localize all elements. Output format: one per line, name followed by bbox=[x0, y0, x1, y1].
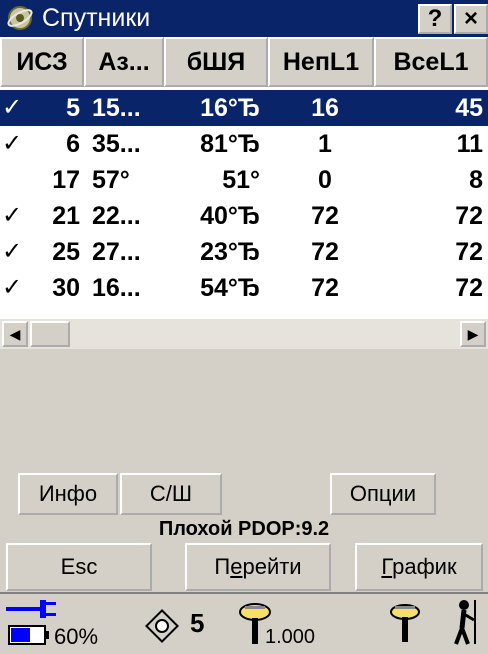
cell-elevation: 23°Ђ bbox=[200, 238, 260, 266]
cell-all-l1: 72 bbox=[455, 238, 483, 266]
satellite-count: 5 bbox=[190, 608, 205, 638]
cell-azimuth: 57° bbox=[92, 166, 130, 194]
title-bar: Спутники ? × bbox=[0, 0, 488, 37]
scroll-right-icon: ▶ bbox=[467, 326, 479, 342]
satellite-table[interactable]: ИСЗ Аз... бШЯ НепL1 ВсеL1 ✓ 5 15... 16°Ђ… bbox=[0, 37, 488, 349]
table-row[interactable]: ✓ 6 35... 81°Ђ 1 11 bbox=[0, 126, 488, 162]
cell-azimuth: 27... bbox=[92, 238, 141, 266]
options-button[interactable]: Опции bbox=[330, 473, 436, 515]
cell-azimuth: 15... bbox=[92, 94, 141, 122]
cell-sv: 21 bbox=[52, 202, 80, 230]
column-header-sv[interactable]: ИСЗ bbox=[0, 37, 84, 87]
graph-label-suffix: рафик bbox=[392, 554, 457, 579]
goto-label-prefix: П bbox=[214, 554, 231, 579]
battery-icon bbox=[8, 625, 49, 645]
rover-icon bbox=[390, 604, 420, 642]
cell-sv: 6 bbox=[66, 130, 80, 158]
table-row[interactable]: 17 57° 51° 0 8 bbox=[0, 162, 488, 198]
satellite-app-icon bbox=[7, 6, 33, 30]
cell-sv: 30 bbox=[52, 274, 80, 302]
goto-label-suffix: рейти bbox=[242, 554, 302, 579]
table-row[interactable]: ✓ 5 15... 16°Ђ 16 45 bbox=[0, 90, 488, 126]
info-button[interactable]: Инфо bbox=[18, 473, 118, 515]
cell-all-l1: 72 bbox=[455, 202, 483, 230]
cell-azimuth: 35... bbox=[92, 130, 141, 158]
cell-elevation: 54°Ђ bbox=[200, 274, 260, 302]
cell-azimuth: 16... bbox=[92, 274, 141, 302]
cell-all-l1: 72 bbox=[455, 274, 483, 302]
graph-button[interactable]: График bbox=[355, 543, 483, 591]
help-button[interactable]: ? bbox=[418, 4, 452, 34]
scroll-left-button[interactable]: ◀ bbox=[2, 321, 28, 347]
esc-button[interactable]: Esc bbox=[6, 543, 152, 591]
column-header-elevation[interactable]: бШЯ bbox=[164, 37, 268, 87]
cell-elevation: 40°Ђ bbox=[200, 202, 260, 230]
pdop-status: Плохой PDOP:9.2 bbox=[158, 518, 330, 540]
antenna-height: 1.000 bbox=[265, 626, 316, 648]
column-header-azimuth[interactable]: Аз... bbox=[84, 37, 164, 87]
graph-label-accel: Г bbox=[381, 554, 393, 579]
window-title: Спутники bbox=[42, 4, 151, 32]
column-header-all-l1[interactable]: ВсеL1 bbox=[374, 37, 488, 87]
scroll-left-icon: ◀ bbox=[9, 326, 21, 342]
close-icon: × bbox=[463, 5, 478, 32]
cell-continuous-l1: 1 bbox=[318, 130, 332, 158]
battery-level: 60% bbox=[54, 624, 99, 649]
cell-continuous-l1: 0 bbox=[318, 166, 332, 194]
cell-all-l1: 11 bbox=[456, 130, 483, 158]
cell-elevation: 51° bbox=[222, 166, 260, 194]
snr-button[interactable]: С/Ш bbox=[120, 473, 222, 515]
scroll-right-button[interactable]: ▶ bbox=[460, 321, 486, 347]
cell-elevation: 81°Ђ bbox=[200, 130, 260, 158]
close-button[interactable]: × bbox=[454, 4, 488, 34]
satellite-icon bbox=[145, 609, 179, 643]
cell-all-l1: 8 bbox=[469, 166, 483, 194]
help-icon: ? bbox=[427, 5, 443, 32]
table-row[interactable]: ✓ 21 22... 40°Ђ 72 72 bbox=[0, 198, 488, 234]
cell-continuous-l1: 72 bbox=[311, 274, 339, 302]
cell-elevation: 16°Ђ bbox=[200, 94, 260, 122]
cell-azimuth: 22... bbox=[92, 202, 141, 230]
column-header-continuous-l1[interactable]: НепL1 bbox=[268, 37, 374, 87]
cell-continuous-l1: 72 bbox=[311, 238, 339, 266]
table-row[interactable]: ✓ 25 27... 23°Ђ 72 72 bbox=[0, 234, 488, 270]
cell-sv: 5 bbox=[66, 94, 80, 122]
status-bar: 60% 5 1.000 bbox=[0, 592, 488, 654]
power-plug-icon bbox=[6, 600, 56, 618]
cell-all-l1: 45 bbox=[455, 94, 483, 122]
surveyor-icon bbox=[454, 600, 476, 645]
cell-sv: 17 bbox=[52, 166, 80, 194]
goto-label-accel: е bbox=[230, 554, 243, 579]
horizontal-scrollbar[interactable]: ◀ ▶ bbox=[0, 318, 488, 349]
cell-continuous-l1: 72 bbox=[311, 202, 339, 230]
cell-sv: 25 bbox=[52, 238, 80, 266]
table-row[interactable]: ✓ 30 16... 54°Ђ 72 72 bbox=[0, 270, 488, 306]
goto-button[interactable]: Перейти bbox=[185, 543, 331, 591]
cell-continuous-l1: 16 bbox=[311, 94, 339, 122]
scroll-thumb[interactable] bbox=[30, 321, 70, 347]
